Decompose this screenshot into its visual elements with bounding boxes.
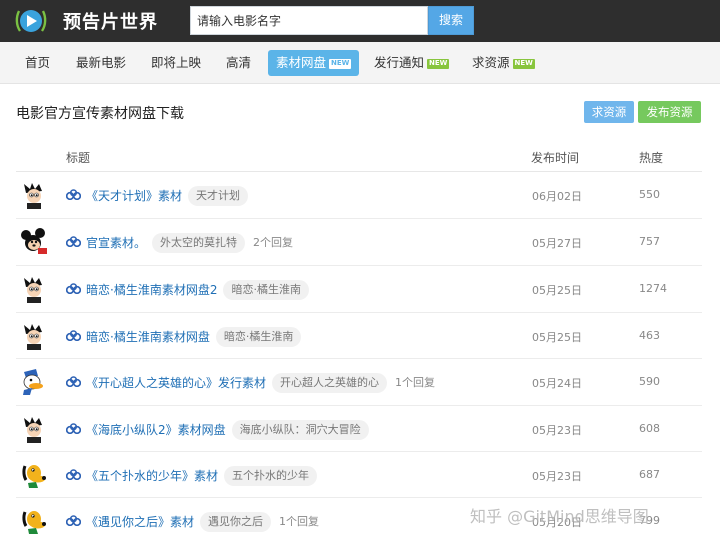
astro-boy-avatar-icon[interactable] [20,322,48,350]
nav-item-hd[interactable]: 高清 [226,50,251,76]
cloud-drive-icon [66,189,81,200]
row-date: 06月02日 [532,190,582,203]
table-row[interactable]: 《天才计划》素材 天才计划 06月02日 550 [0,172,720,219]
nav-label: 发行通知 [374,55,425,70]
movie-tag[interactable]: 外太空的莫扎特 [152,232,246,253]
column-header-heat[interactable]: 热度 [639,149,663,166]
site-logo-text[interactable]: 预告片世界 [63,8,158,34]
column-header-title: 标题 [66,151,91,165]
astro-boy-avatar-icon[interactable] [20,415,48,443]
nav-label: 求资源 [472,55,510,70]
astro-boy-avatar-icon[interactable] [20,275,48,303]
row-heat: 757 [639,235,660,248]
movie-tag[interactable]: 海底小纵队：洞穴大冒险 [231,419,369,440]
row-heat: 687 [639,468,660,481]
play-logo-icon[interactable] [14,5,48,36]
row-title-link[interactable]: 《天才计划》素材 [86,186,182,206]
page-title: 电影官方宣传素材网盘下载 [16,106,184,122]
nav-item-request-resource[interactable]: 求资源 NEW [472,50,535,76]
row-title-link[interactable]: 官宣素材。 [86,233,146,253]
cloud-drive-icon [66,330,81,341]
reply-count: 1个回复 [395,375,436,389]
search-button[interactable]: 搜索 [428,6,474,35]
row-title-link[interactable]: 《开心超人之英雄的心》发行素材 [86,373,266,393]
reply-count: 2个回复 [253,235,294,249]
new-badge: NEW [329,58,352,69]
row-date: 05月25日 [532,284,582,297]
row-heat: 463 [639,329,660,342]
donald-avatar-icon[interactable] [20,368,48,396]
watermark: 知乎 @GitMind思维导图 [470,507,649,526]
row-title-group: 《五个扑水的少年》素材 五个扑水的少年 [86,465,318,486]
nav-item-coming-soon[interactable]: 即将上映 [151,50,201,76]
nav-label: 高清 [226,55,252,70]
table-row[interactable]: 暗恋·橘生淮南素材网盘 暗恋·橘生淮南 05月25日 463 [0,313,720,359]
movie-tag[interactable]: 天才计划 [188,185,249,206]
row-title-group: 官宣素材。 外太空的莫扎特 2个回复 [86,232,294,253]
row-title-group: 《海底小纵队2》素材网盘 海底小纵队：洞穴大冒险 [86,419,369,440]
row-title-link[interactable]: 《五个扑水的少年》素材 [86,466,218,486]
row-date: 05月27日 [532,237,582,250]
nav-item-home[interactable]: 首页 [25,50,50,76]
row-title-group: 《开心超人之英雄的心》发行素材 开心超人之英雄的心 1个回复 [86,372,436,393]
row-heat: 590 [639,375,660,388]
row-date: 05月25日 [532,331,582,344]
cloud-drive-icon [66,283,81,294]
table-row[interactable]: 《开心超人之英雄的心》发行素材 开心超人之英雄的心 1个回复 05月24日 590 [0,359,720,406]
nav-label: 素材网盘 [276,55,327,70]
row-title-group: 《天才计划》素材 天才计划 [86,185,249,206]
table-row[interactable]: 暗恋·橘生淮南素材网盘2 暗恋·橘生淮南 05月25日 1274 [0,266,720,313]
table-row[interactable]: 《海底小纵队2》素材网盘 海底小纵队：洞穴大冒险 05月23日 608 [0,406,720,452]
movie-tag[interactable]: 遇见你之后 [200,511,272,532]
cloud-drive-icon [66,469,81,480]
cloud-drive-icon [66,236,81,247]
nav-item-material-drive[interactable]: 素材网盘 NEW [268,50,360,76]
nav-label: 首页 [25,55,51,70]
nav-label: 即将上映 [151,55,202,70]
pluto-avatar-icon[interactable] [20,507,48,535]
search-input[interactable] [190,6,428,35]
row-title-link[interactable]: 《海底小纵队2》素材网盘 [86,420,226,440]
table-row[interactable]: 《五个扑水的少年》素材 五个扑水的少年 05月23日 687 [0,452,720,498]
pluto-avatar-icon[interactable] [20,461,48,489]
row-heat: 1274 [639,282,667,295]
row-date: 05月23日 [532,470,582,483]
main-nav: 首页 最新电影 即将上映 高清 素材网盘 NEW 发行通知 NEW 求资源 NEW [0,42,720,84]
mickey-avatar-icon[interactable] [20,228,48,256]
cloud-drive-icon [66,515,81,526]
column-header-date[interactable]: 发布时间 [531,149,579,166]
nav-item-latest-movies[interactable]: 最新电影 [76,50,126,76]
row-heat: 608 [639,422,660,435]
movie-tag[interactable]: 开心超人之英雄的心 [272,372,388,393]
reply-count: 1个回复 [279,514,320,528]
new-badge: NEW [427,58,450,69]
nav-label: 最新电影 [76,55,127,70]
row-heat: 550 [639,188,660,201]
row-date: 05月23日 [532,424,582,437]
publish-resource-button[interactable]: 发布资源 [638,101,701,123]
row-title-link[interactable]: 暗恋·橘生淮南素材网盘2 [86,280,217,300]
top-header: 预告片世界 搜索 [0,0,720,42]
new-badge: NEW [512,58,535,69]
movie-tag[interactable]: 五个扑水的少年 [224,465,318,486]
row-title-link[interactable]: 暗恋·橘生淮南素材网盘 [86,327,210,347]
row-title-group: 《遇见你之后》素材 遇见你之后 1个回复 [86,511,320,532]
row-date: 05月24日 [532,377,582,390]
nav-item-release-notice[interactable]: 发行通知 NEW [374,50,450,76]
cloud-drive-icon [66,376,81,387]
movie-tag[interactable]: 暗恋·橘生淮南 [215,326,302,347]
movie-tag[interactable]: 暗恋·橘生淮南 [223,279,309,300]
cloud-drive-icon [66,423,81,434]
row-title-group: 暗恋·橘生淮南素材网盘 暗恋·橘生淮南 [86,326,302,347]
row-title-link[interactable]: 《遇见你之后》素材 [86,512,194,532]
request-resource-button[interactable]: 求资源 [584,101,634,123]
table-row[interactable]: 官宣素材。 外太空的莫扎特 2个回复 05月27日 757 [0,219,720,266]
astro-boy-avatar-icon[interactable] [20,181,48,209]
row-title-group: 暗恋·橘生淮南素材网盘2 暗恋·橘生淮南 [86,279,309,300]
